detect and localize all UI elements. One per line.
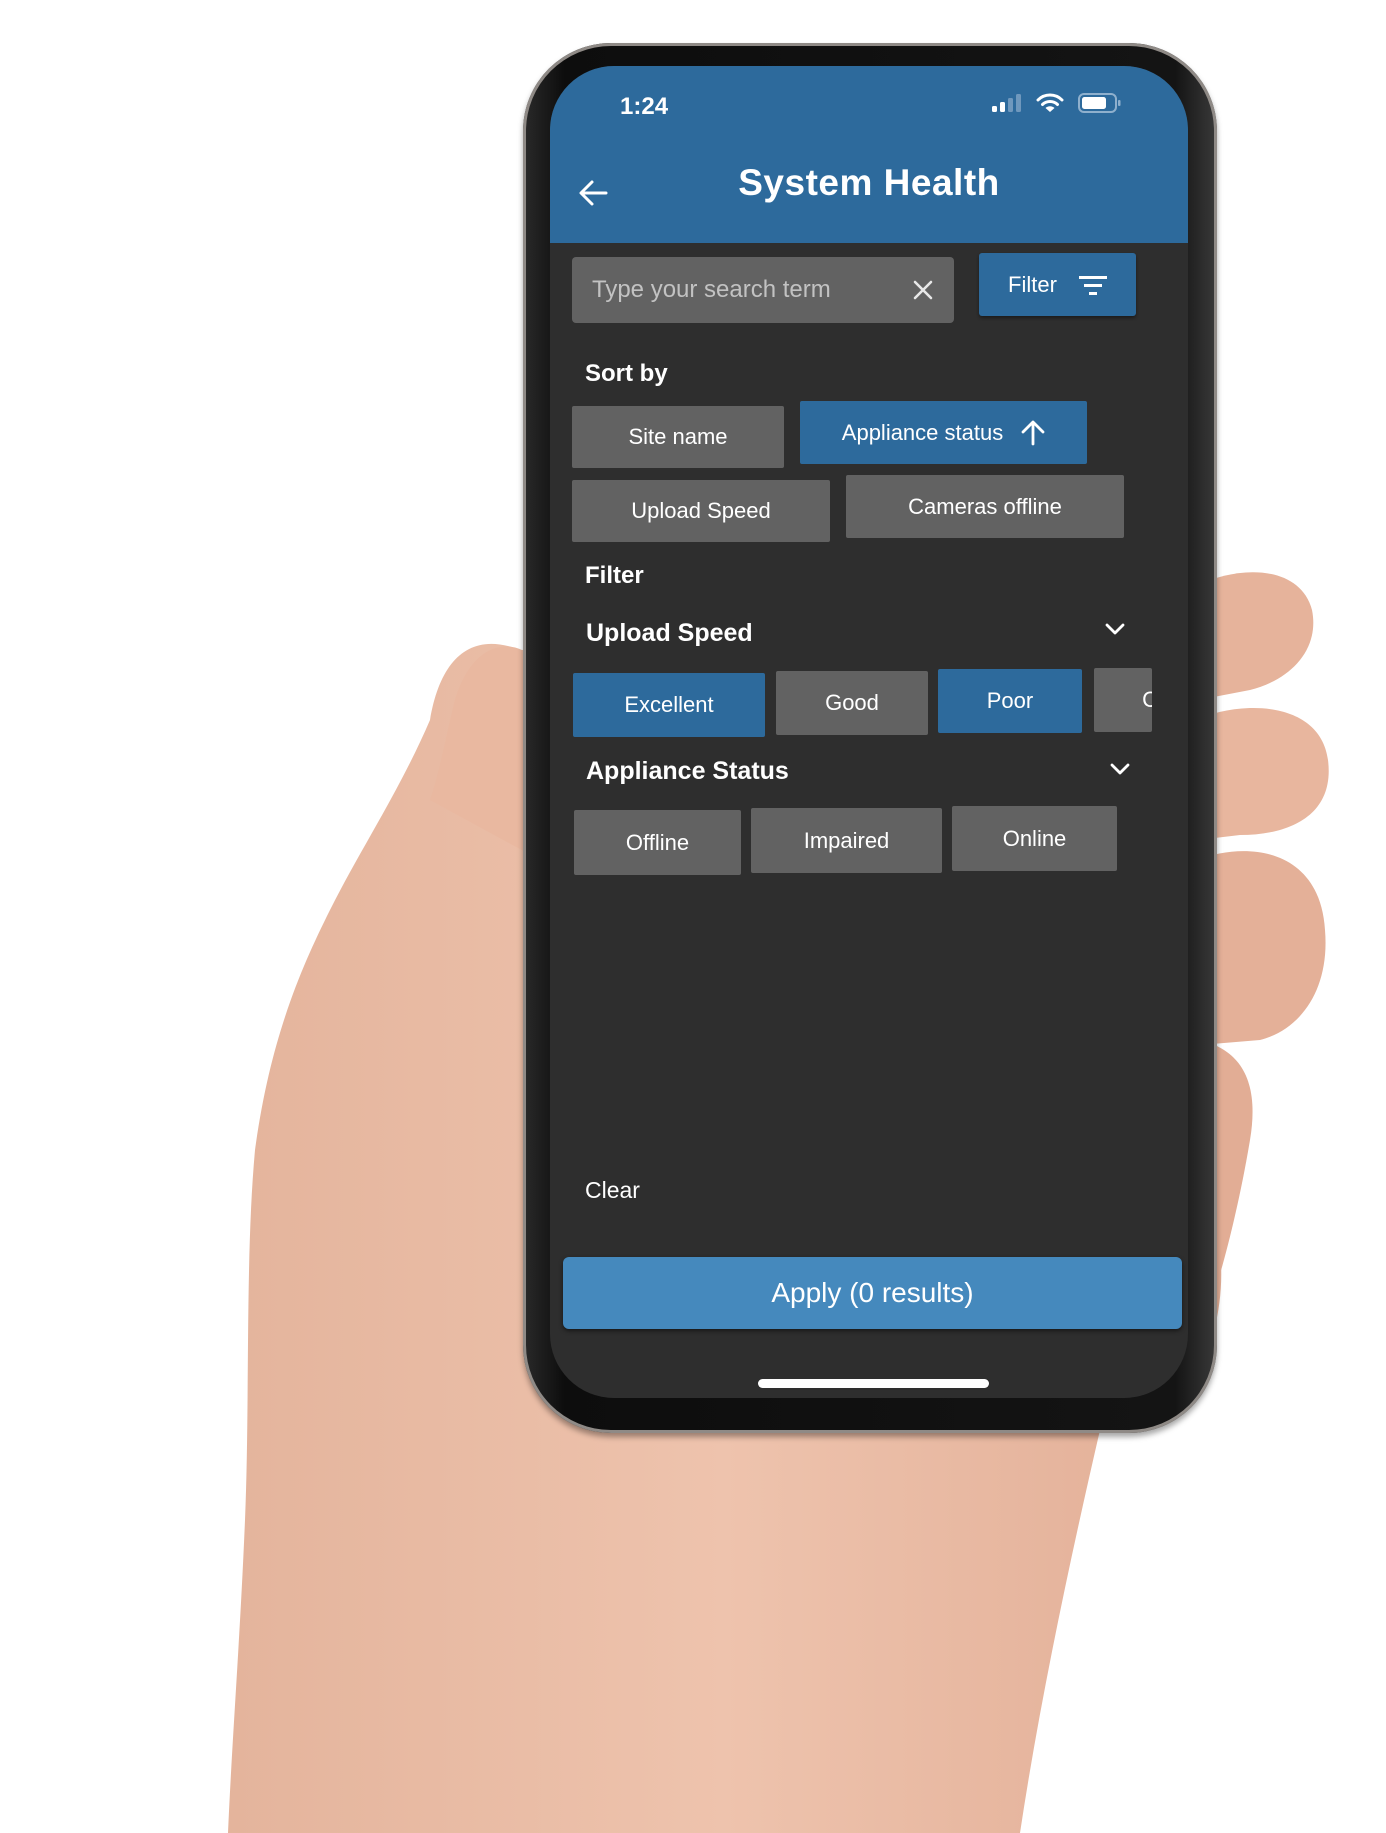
appliance-status-option-offline[interactable]: Offline <box>574 810 741 875</box>
appliance-status-heading: Appliance Status <box>586 757 789 785</box>
chip-label: C <box>1142 687 1152 712</box>
sort-option-site-name[interactable]: Site name <box>572 406 784 468</box>
chip-label: Good <box>825 690 879 715</box>
app-header: 1:24 System Health <box>550 66 1188 243</box>
chevron-down-icon[interactable] <box>1102 616 1128 642</box>
status-icons <box>992 88 1122 118</box>
page-title: System Health <box>738 162 1000 203</box>
arrow-up-icon <box>1021 420 1045 445</box>
battery-icon <box>1078 93 1121 113</box>
upload-speed-option-good[interactable]: Good <box>776 671 928 735</box>
upload-speed-option-excellent[interactable]: Excellent <box>573 673 765 737</box>
filter-button-label: Filter <box>1008 271 1057 297</box>
cellular-signal-icon <box>992 94 1021 112</box>
sort-option-appliance-status[interactable]: Appliance status <box>800 401 1087 464</box>
sort-by-label: Sort by <box>585 360 668 387</box>
chip-label: Appliance status <box>841 419 1004 445</box>
filter-button[interactable]: Filter <box>979 253 1136 316</box>
wifi-icon <box>1036 93 1064 112</box>
chip-label: Online <box>1002 825 1067 851</box>
sort-option-upload-speed[interactable]: Upload Speed <box>572 480 830 542</box>
filter-section-label: Filter <box>585 562 644 589</box>
home-indicator[interactable] <box>758 1379 989 1388</box>
upload-speed-heading: Upload Speed <box>586 619 753 647</box>
chip-label: Offline <box>625 829 690 855</box>
chip-label: Impaired <box>803 827 890 853</box>
search-field[interactable] <box>572 257 954 323</box>
appliance-status-option-impaired[interactable]: Impaired <box>751 808 942 873</box>
sort-option-cameras-offline[interactable]: Cameras offline <box>846 475 1124 538</box>
chip-label: Cameras offline <box>908 493 1062 519</box>
apply-button[interactable]: Apply (0 results) <box>563 1257 1182 1329</box>
upload-speed-option-partial[interactable]: C <box>1094 668 1152 732</box>
chip-label: Upload Speed <box>631 498 771 523</box>
search-input[interactable] <box>590 275 912 305</box>
close-icon[interactable] <box>912 279 934 301</box>
chip-label: Site name <box>628 424 728 449</box>
chip-label: Excellent <box>624 692 714 717</box>
chevron-down-icon[interactable] <box>1107 756 1133 782</box>
status-time: 1:24 <box>620 93 669 120</box>
phone-screen: 1:24 System Health Type your search term… <box>550 66 1188 1398</box>
filter-lines-icon <box>1078 275 1107 295</box>
upload-speed-option-poor[interactable]: Poor <box>938 669 1082 733</box>
chip-label: Poor <box>986 688 1034 713</box>
clear-button[interactable]: Clear <box>585 1177 640 1204</box>
appliance-status-option-online[interactable]: Online <box>952 806 1117 871</box>
